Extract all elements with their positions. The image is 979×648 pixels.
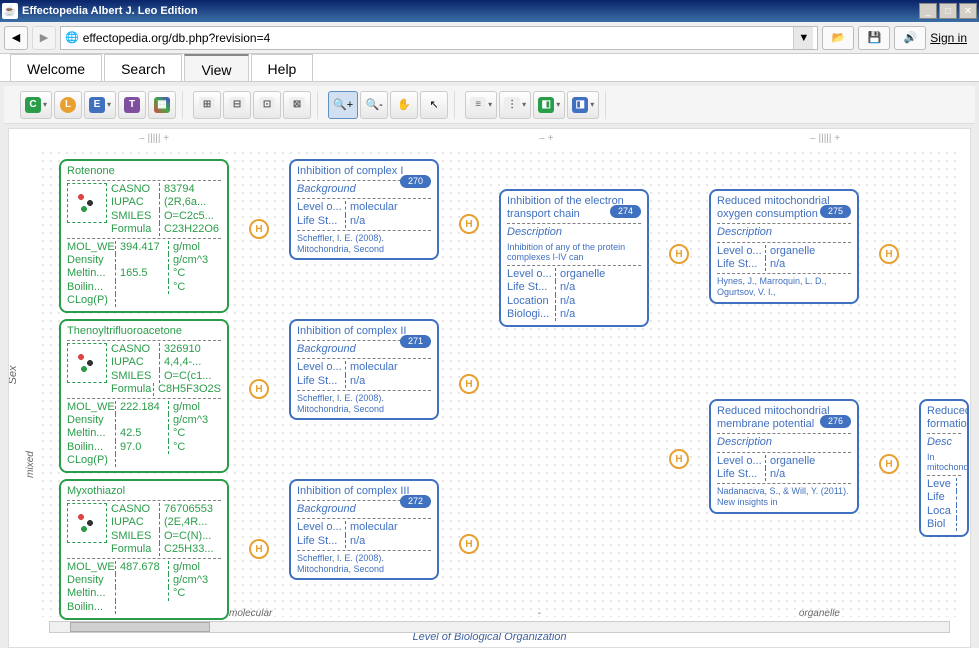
chemical-node[interactable]: Rotenone CASNO83794IUPAC(2R,6a...SMILESO… [59,159,229,313]
tool-effect[interactable]: E▾ [84,91,116,119]
tab-view[interactable]: View [184,54,248,81]
tool-opt-3[interactable]: ◧▾ [533,91,565,119]
back-button[interactable]: ◀ [4,26,28,50]
tool-test[interactable]: T [118,91,146,119]
chemical-node[interactable]: Myxothiazol CASNO76706553IUPAC(2E,4R...S… [59,479,229,620]
tool-opt-4[interactable]: ◨▾ [567,91,599,119]
tool-layout-4[interactable]: ⊠ [283,91,311,119]
close-button[interactable]: ✕ [959,3,977,19]
sign-in-link[interactable]: Sign in [930,31,967,45]
url-dropdown-button[interactable]: ▼ [793,27,813,49]
java-icon: ☕ [2,3,18,19]
tab-help[interactable]: Help [251,54,314,81]
window-title: Effectopedia Albert J. Leo Edition [22,5,198,17]
tool-zoom-in[interactable]: 🔍+ [328,91,358,119]
link-badge[interactable]: H [459,374,479,394]
link-badge[interactable]: H [249,539,269,559]
link-badge[interactable]: H [669,449,689,469]
forward-button[interactable]: ▶ [32,26,56,50]
y-axis-label: Sex [8,366,19,385]
link-badge[interactable]: H [879,454,899,474]
view-toolbar: C▾ L E▾ T ▦ ⊞ ⊟ ⊡ ⊠ 🔍+ 🔍- ✋ ↖ ≡▾ ⋮▾ ◧▾ ◨… [4,86,975,124]
link-badge[interactable]: H [459,534,479,554]
tab-search[interactable]: Search [104,54,182,81]
chemical-node[interactable]: Thenoyltrifluoroacetone CASNO326910IUPAC… [59,319,229,473]
pathway-canvas[interactable]: Sex mixed Level of Biological Organizati… [8,128,971,648]
horizontal-scrollbar[interactable] [49,621,950,633]
sound-button[interactable]: 🔊 [894,26,926,50]
effect-node[interactable]: Reduced mitochondrial oxygen consumption… [709,189,859,304]
tool-layout-1[interactable]: ⊞ [193,91,221,119]
link-badge[interactable]: H [879,244,899,264]
url-input[interactable] [83,31,794,45]
open-folder-button[interactable]: 📂 [822,26,854,50]
tool-opt-1[interactable]: ≡▾ [465,91,497,119]
scrollbar-thumb[interactable] [70,622,210,632]
effect-node[interactable]: Inhibition of complex III272 BackgroundL… [289,479,439,580]
maximize-button[interactable]: □ [939,3,957,19]
effect-node-partial[interactable]: Reduced formationDescIn mitochondriaLeve… [919,399,969,537]
y-axis-sub: mixed [25,451,36,478]
link-badge[interactable]: H [249,379,269,399]
window-titlebar: ☕ Effectopedia Albert J. Leo Edition _ □… [0,0,979,22]
effect-node[interactable]: Inhibition of complex I270 BackgroundLev… [289,159,439,260]
tool-zoom-out[interactable]: 🔍- [360,91,388,119]
globe-icon: 🌐 [65,31,79,44]
url-bar[interactable]: 🌐 ▼ [60,26,818,50]
tool-opt-2[interactable]: ⋮▾ [499,91,531,119]
minimize-button[interactable]: _ [919,3,937,19]
tool-layout-2[interactable]: ⊟ [223,91,251,119]
tool-pan[interactable]: ✋ [390,91,418,119]
link-badge[interactable]: H [249,219,269,239]
tool-link[interactable]: L [54,91,82,119]
nav-bar: ◀ ▶ 🌐 ▼ 📂 💾 🔊 Sign in [0,22,979,54]
effect-node[interactable]: Inhibition of complex II271 BackgroundLe… [289,319,439,420]
tool-chemical[interactable]: C▾ [20,91,52,119]
link-badge[interactable]: H [669,244,689,264]
main-tabs: Welcome Search View Help [0,54,979,82]
tool-pointer[interactable]: ↖ [420,91,448,119]
link-badge[interactable]: H [459,214,479,234]
save-button[interactable]: 💾 [858,26,890,50]
effect-node[interactable]: Inhibition of the electron transport cha… [499,189,649,327]
tool-multi[interactable]: ▦ [148,91,176,119]
effect-node[interactable]: Reduced mitochondrial membrane potential… [709,399,859,514]
tool-layout-3[interactable]: ⊡ [253,91,281,119]
tab-welcome[interactable]: Welcome [10,54,102,81]
